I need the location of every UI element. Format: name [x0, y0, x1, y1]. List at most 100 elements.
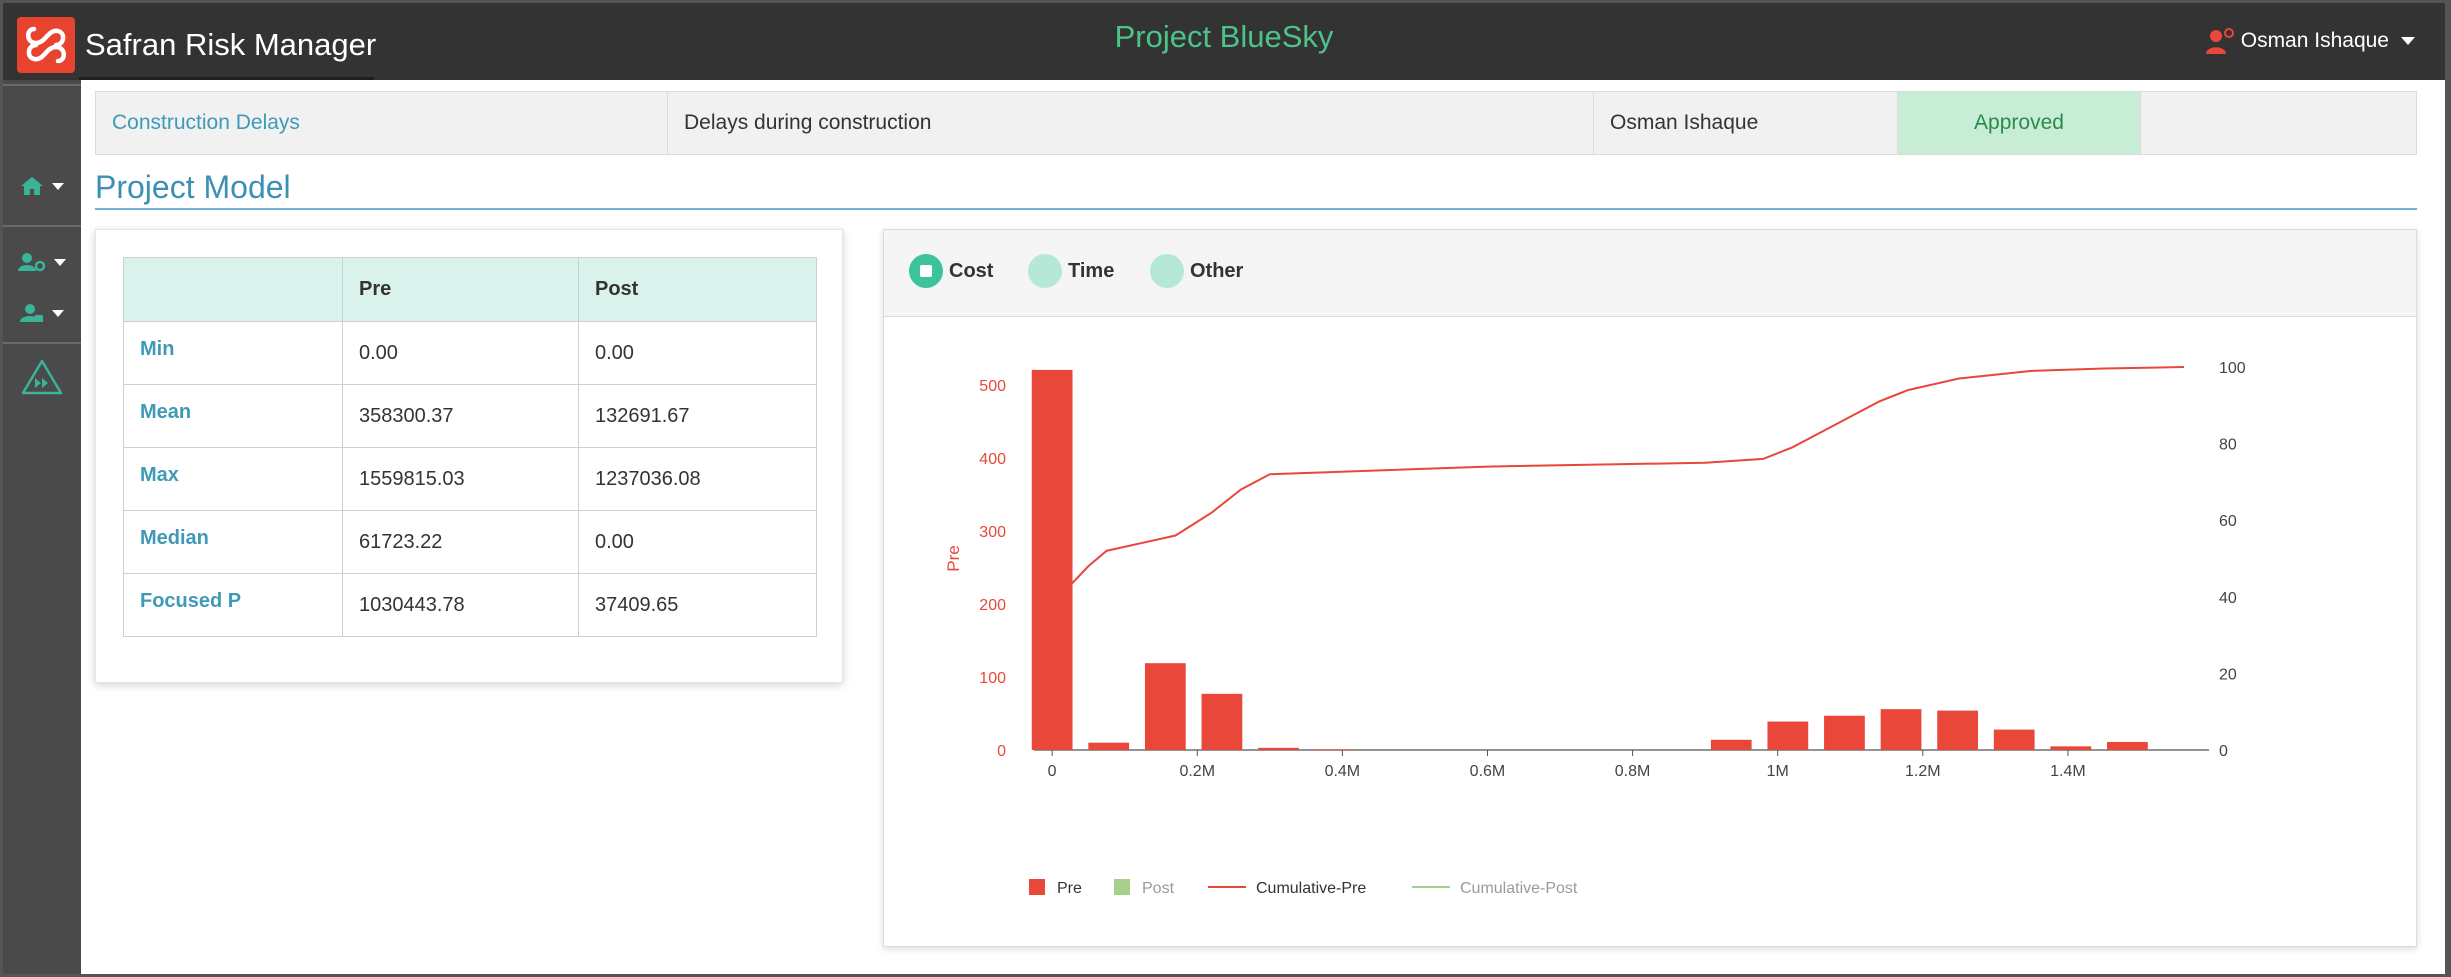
project-title: Project BlueSky	[1114, 19, 1334, 54]
chevron-down-icon	[2401, 37, 2415, 45]
tab-label: Other	[1190, 259, 1244, 282]
chevron-down-icon	[54, 258, 66, 266]
bar-pre	[1710, 739, 1752, 750]
chevron-down-icon	[52, 309, 64, 317]
bar-pre	[1088, 742, 1130, 750]
risk-description: Delays during construction	[668, 92, 1594, 154]
statistics-table: Pre Post Min 0.00 0.00 Mean 358300.37 13…	[123, 257, 817, 637]
chevron-down-icon	[52, 182, 64, 190]
bar-pre	[2107, 741, 2148, 750]
y-left-tick-label: 400	[979, 451, 1006, 468]
x-tick-label: 0.2M	[1179, 763, 1215, 780]
pre-value: 1030443.78	[342, 573, 579, 637]
legend-label: Cumulative-Pre	[1256, 880, 1366, 897]
x-tick-label: 0.4M	[1325, 763, 1361, 780]
row-label: Median	[123, 510, 343, 574]
section-divider	[95, 208, 2417, 210]
sidebar-item-simulation[interactable]	[3, 350, 81, 404]
pre-value: 358300.37	[342, 384, 579, 448]
user-settings-icon	[18, 253, 46, 272]
row-label: Max	[123, 447, 343, 511]
y-right-tick-label: 100	[2219, 360, 2246, 377]
tab-cost[interactable]: Cost	[909, 254, 993, 288]
sidebar-divider	[3, 225, 81, 227]
fast-forward-triangle-icon	[21, 359, 63, 395]
y-right-tick-label: 40	[2219, 590, 2237, 607]
row-label: Min	[123, 321, 343, 385]
table-header-row: Pre Post	[123, 257, 817, 322]
tab-time[interactable]: Time	[1028, 254, 1114, 288]
user-alert-icon	[2205, 28, 2234, 54]
user-name: Osman Ishaque	[2240, 29, 2389, 52]
risk-owner: Osman Ishaque	[1594, 92, 1898, 154]
top-bar: Safran Risk Manager Project BlueSky Osma…	[3, 3, 2445, 80]
pre-value: 1559815.03	[342, 447, 579, 511]
bar-pre	[1880, 709, 1922, 750]
y-right-tick-label: 20	[2219, 666, 2237, 683]
user-menu[interactable]: Osman Ishaque	[2205, 27, 2415, 55]
table-row: Min 0.00 0.00	[123, 321, 817, 385]
bar-pre	[1201, 693, 1243, 750]
legend-swatch	[1029, 879, 1045, 895]
sidebar-divider	[3, 84, 81, 86]
x-tick-label: 0	[1048, 763, 1057, 780]
tab-label: Time	[1068, 259, 1115, 282]
table-header-cell	[123, 257, 343, 322]
bar-pre	[1937, 710, 1979, 750]
y-left-tick-label: 500	[979, 378, 1006, 395]
y-left-tick-label: 0	[997, 743, 1006, 760]
risk-info-bar: Construction Delays Delays during constr…	[95, 91, 2417, 155]
y-left-tick-label: 100	[979, 670, 1006, 687]
chart-panel: Cost Time Other 0 0.2M 0.4M 0.6M 0.8M 1M 1.2M 1…	[883, 229, 2417, 947]
home-icon	[21, 177, 43, 195]
post-value: 1237036.08	[578, 447, 817, 511]
radio-selected-icon	[909, 254, 943, 288]
legend-swatch	[1114, 879, 1130, 895]
post-value: 0.00	[578, 321, 817, 385]
bar-pre	[1314, 749, 1356, 750]
table-row: Focused P 1030443.78 37409.65	[123, 573, 817, 637]
table-row: Median 61723.22 0.00	[123, 510, 817, 574]
radio-unselected-icon	[1028, 254, 1062, 288]
brand-underline	[79, 77, 374, 80]
pre-value: 0.00	[342, 321, 579, 385]
y-right-tick-label: 60	[2219, 513, 2237, 530]
statistics-panel: Pre Post Min 0.00 0.00 Mean 358300.37 13…	[95, 229, 843, 683]
row-label: Focused P	[123, 573, 343, 637]
legend-label: Cumulative-Post	[1460, 880, 1578, 897]
legend-label: Pre	[1057, 880, 1082, 897]
chart-type-selector: Cost Time Other	[884, 230, 2416, 317]
section-title: Project Model	[95, 169, 291, 205]
x-tick-label: 0.6M	[1470, 763, 1506, 780]
users-icon	[20, 304, 43, 322]
bar-pre	[1031, 369, 1073, 750]
tab-other[interactable]: Other	[1150, 254, 1243, 288]
cumulative-pre-line	[1051, 366, 2185, 617]
x-tick-label: 0.8M	[1615, 763, 1651, 780]
radio-unselected-icon	[1150, 254, 1184, 288]
y-left-tick-label: 200	[979, 597, 1006, 614]
y-right-tick-label: 80	[2219, 437, 2237, 454]
post-value: 37409.65	[578, 573, 817, 637]
x-tick-label: 1.2M	[1905, 763, 1941, 780]
x-tick-label: 1M	[1767, 763, 1789, 780]
app-window: Safran Risk Manager Project BlueSky Osma…	[0, 0, 2451, 977]
post-value: 132691.67	[578, 384, 817, 448]
risk-name-link[interactable]: Construction Delays	[96, 92, 668, 154]
sidebar-item-home[interactable]	[3, 166, 81, 206]
x-tick-label: 1.4M	[2050, 763, 2086, 780]
table-row: Max 1559815.03 1237036.08	[123, 447, 817, 511]
bar-pre	[1824, 715, 1865, 750]
post-value: 0.00	[578, 510, 817, 574]
bar-pre	[1767, 721, 1809, 750]
y-right-tick-label: 0	[2219, 743, 2228, 760]
tab-label: Cost	[949, 259, 994, 282]
sidebar-item-user-settings[interactable]	[3, 242, 81, 282]
sidebar-divider	[3, 342, 81, 344]
table-header-cell: Post	[578, 257, 817, 322]
legend-label: Post	[1142, 880, 1175, 897]
pre-value: 61723.22	[342, 510, 579, 574]
sidebar-item-users[interactable]	[3, 293, 81, 333]
status-badge: Approved	[1898, 92, 2141, 154]
table-header-cell: Pre	[342, 257, 579, 322]
